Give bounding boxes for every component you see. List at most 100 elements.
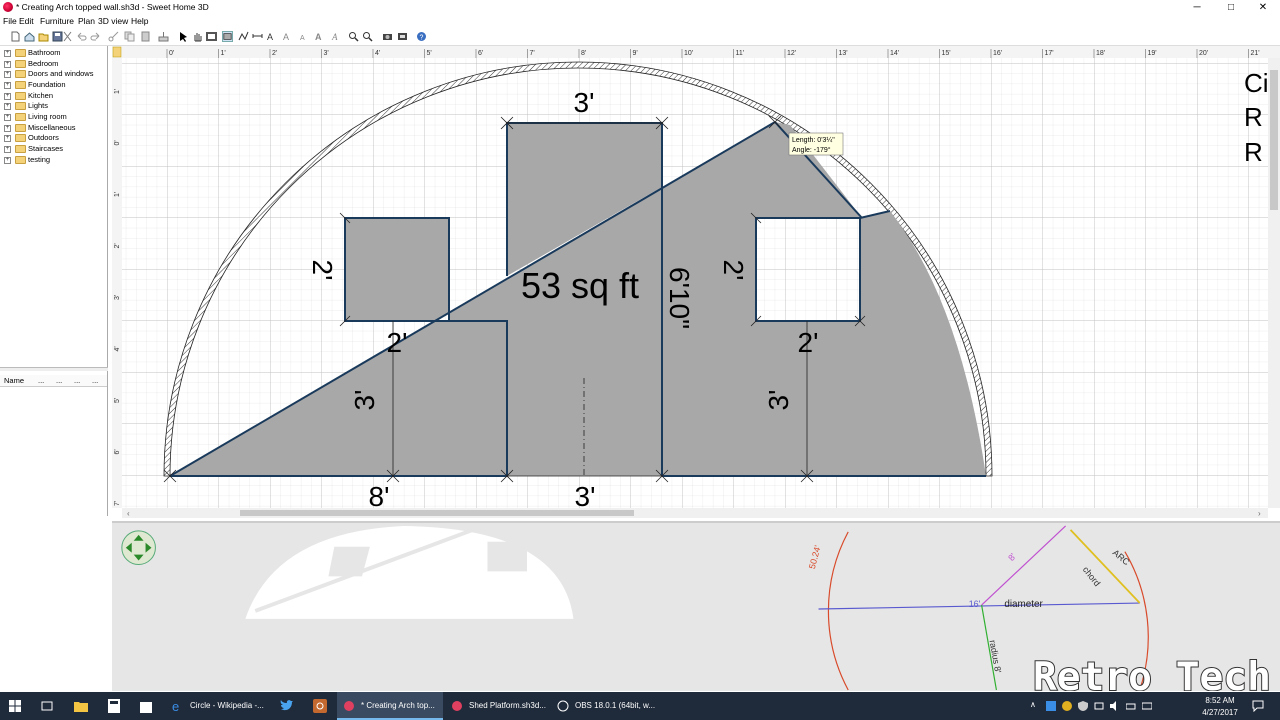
- increase-text-icon[interactable]: A: [282, 31, 293, 42]
- clock-time[interactable]: 8:52 AM: [1200, 696, 1240, 705]
- help-icon[interactable]: ?: [416, 31, 427, 42]
- expand-icon[interactable]: +: [4, 114, 11, 121]
- decrease-text-icon[interactable]: A: [298, 31, 309, 42]
- minimize-button[interactable]: ─: [1180, 0, 1214, 15]
- catalog-item-living-room[interactable]: + Living room: [3, 112, 107, 122]
- expand-icon[interactable]: +: [4, 103, 11, 110]
- taskbar-item-wikipedia[interactable]: e Circle - Wikipedia -...: [166, 692, 270, 720]
- add-text-icon[interactable]: A: [266, 31, 277, 42]
- volume-icon[interactable]: [1110, 701, 1120, 711]
- dim-left-wall-height[interactable]: 3': [349, 390, 380, 411]
- taskbar-item-sweet-home-active[interactable]: * Creating Arch top...: [337, 692, 443, 720]
- catalog-item-staircases[interactable]: + Staircases: [3, 144, 107, 154]
- expand-icon[interactable]: +: [4, 135, 11, 142]
- expand-icon[interactable]: +: [4, 71, 11, 78]
- catalog-item-foundation[interactable]: + Foundation: [3, 80, 107, 90]
- vertical-scroll-thumb[interactable]: [1270, 70, 1278, 210]
- dim-left-window-width[interactable]: 2': [387, 327, 408, 358]
- calculator-icon[interactable]: [108, 699, 120, 713]
- open-icon[interactable]: [38, 31, 49, 42]
- create-photo-icon[interactable]: [382, 31, 393, 42]
- store-icon[interactable]: [140, 699, 152, 713]
- menu-edit[interactable]: Edit: [19, 16, 34, 26]
- create-rooms-icon[interactable]: [222, 31, 233, 42]
- create-dimensions-icon[interactable]: [252, 31, 263, 42]
- plan-view[interactable]: 0' 1' 2' 3' 4' 5' 6' 7' 8' 9' 10' 11' 12' 13' 14' 15' 16…: [112, 46, 1280, 520]
- catalog-item-bathroom[interactable]: + Bathroom: [3, 48, 107, 58]
- instagram-icon[interactable]: [313, 699, 327, 713]
- file-explorer-icon[interactable]: [74, 700, 88, 712]
- expand-icon[interactable]: +: [4, 93, 11, 100]
- action-center-icon[interactable]: [1252, 700, 1264, 712]
- expand-icon[interactable]: +: [4, 61, 11, 68]
- catalog-item-testing[interactable]: + testing: [3, 155, 107, 165]
- dim-right-window-width[interactable]: 2': [798, 327, 819, 358]
- dim-bottom-left[interactable]: 8': [369, 481, 390, 512]
- column-name[interactable]: Name: [4, 376, 24, 385]
- dropbox-icon[interactable]: [1046, 701, 1056, 711]
- redo-icon[interactable]: [90, 31, 101, 42]
- new-file-icon[interactable]: [10, 31, 21, 42]
- expand-icon[interactable]: +: [4, 50, 11, 57]
- catalog-item-bedroom[interactable]: + Bedroom: [3, 59, 107, 69]
- expand-icon[interactable]: +: [4, 157, 11, 164]
- taskbar-item-obs[interactable]: OBS 18.0.1 (64bit, w...: [551, 692, 657, 720]
- menu-3d-view[interactable]: 3D view: [98, 16, 128, 26]
- copy-icon[interactable]: [124, 31, 135, 42]
- create-walls-icon[interactable]: [206, 31, 217, 42]
- dim-right-window-height[interactable]: 2': [718, 260, 749, 281]
- shield-icon[interactable]: [1078, 701, 1088, 711]
- scissors-icon[interactable]: [108, 31, 119, 42]
- create-polylines-icon[interactable]: [238, 31, 249, 42]
- scroll-left-icon[interactable]: ‹: [127, 509, 130, 518]
- navigation-arrows-icon[interactable]: [121, 530, 156, 565]
- expand-icon[interactable]: +: [4, 125, 11, 132]
- catalog-item-kitchen[interactable]: + Kitchen: [3, 91, 107, 101]
- new-home-icon[interactable]: [24, 31, 35, 42]
- expand-icon[interactable]: +: [4, 82, 11, 89]
- dim-top-window[interactable]: 3': [574, 87, 595, 118]
- expand-icon[interactable]: +: [4, 146, 11, 153]
- menu-help[interactable]: Help: [131, 16, 148, 26]
- undo-icon[interactable]: [76, 31, 87, 42]
- column-header[interactable]: ...: [38, 376, 44, 385]
- select-arrow-icon[interactable]: [178, 31, 189, 42]
- menu-file[interactable]: File: [3, 16, 17, 26]
- paste-icon[interactable]: [140, 31, 151, 42]
- dim-center-height[interactable]: 6'10": [664, 267, 695, 329]
- pan-hand-icon[interactable]: [192, 31, 203, 42]
- keyboard-icon[interactable]: [1142, 701, 1152, 711]
- create-video-icon[interactable]: [397, 31, 408, 42]
- network-icon[interactable]: [1094, 701, 1104, 711]
- catalog-item-doors-and-windows[interactable]: + Doors and windows: [3, 69, 107, 79]
- task-view-icon[interactable]: [41, 700, 53, 712]
- scroll-right-icon[interactable]: ›: [1258, 509, 1261, 518]
- bold-text-icon[interactable]: A: [314, 31, 325, 42]
- menu-furniture[interactable]: Furniture: [40, 16, 74, 26]
- horizontal-scroll-thumb[interactable]: [240, 510, 634, 516]
- italic-text-icon[interactable]: A: [330, 31, 341, 42]
- catalog-item-outdoors[interactable]: + Outdoors: [3, 133, 107, 143]
- panel-splitter[interactable]: [0, 367, 108, 371]
- 3d-view[interactable]: 50.24' ARC chord diameter 16' 8' radius …: [112, 521, 1280, 691]
- add-furniture-icon[interactable]: [158, 31, 169, 42]
- battery-icon[interactable]: [1126, 701, 1136, 711]
- catalog-item-miscellaneous[interactable]: + Miscellaneous: [3, 123, 107, 133]
- menu-plan[interactable]: Plan: [78, 16, 95, 26]
- clock-date[interactable]: 4/27/2017: [1200, 708, 1240, 717]
- dim-right-wall-height[interactable]: 3': [763, 390, 794, 411]
- taskbar-item-shed-platform[interactable]: Shed Platform.sh3d...: [445, 692, 549, 720]
- room-area-label[interactable]: 53 sq ft: [521, 265, 639, 306]
- windows-start-icon[interactable]: [9, 700, 21, 712]
- zoom-out-icon[interactable]: [362, 31, 373, 42]
- catalog-item-lights[interactable]: + Lights: [3, 101, 107, 111]
- maximize-button[interactable]: □: [1214, 0, 1248, 15]
- dim-left-window-height[interactable]: 2': [307, 260, 338, 281]
- close-button[interactable]: ✕: [1246, 0, 1280, 15]
- column-header[interactable]: ...: [74, 376, 80, 385]
- column-header[interactable]: ...: [92, 376, 98, 385]
- dim-bottom-center[interactable]: 3': [575, 481, 596, 512]
- people-icon[interactable]: ∧: [1030, 700, 1036, 709]
- column-header[interactable]: ...: [56, 376, 62, 385]
- system-tray-icons[interactable]: ∧: [1030, 700, 1170, 712]
